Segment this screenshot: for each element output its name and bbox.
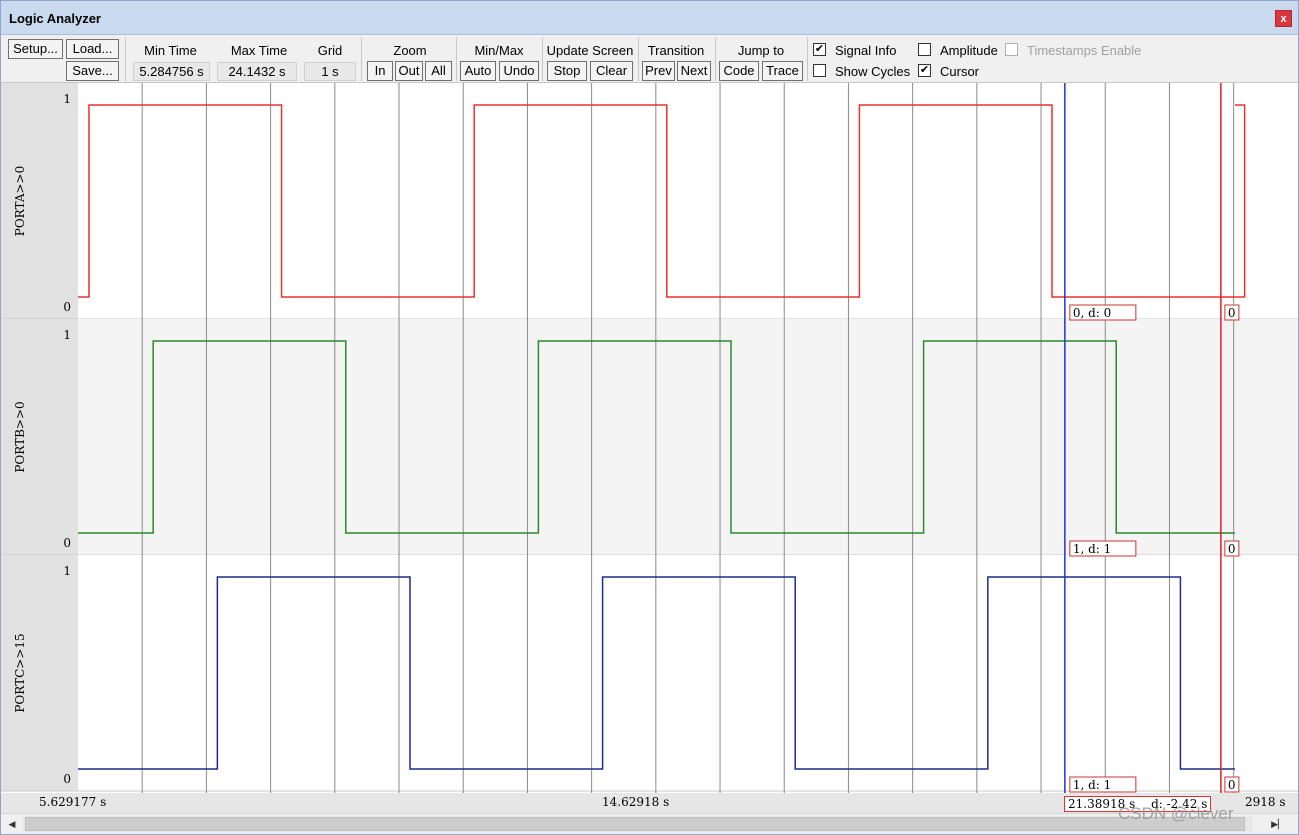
minmax-label: Min/Max <box>474 43 524 58</box>
title-bar: Logic Analyzer x <box>1 1 1298 35</box>
cursor-checkbox[interactable]: ✔ <box>918 64 931 77</box>
level-low-label: 0 <box>63 772 71 786</box>
setup-button[interactable]: Setup... <box>8 39 63 59</box>
signal-info-text: 1, d: 1 <box>1073 542 1111 556</box>
lane-background <box>1 319 1298 555</box>
watermark: CSDN @clever <box>1118 804 1234 823</box>
time-ruler: 5.629177 s 14.62918 s 21.38918 s d: -2.4… <box>1 793 1298 813</box>
signal-info-text: 0 <box>1228 306 1236 320</box>
amplitude-label: Amplitude <box>940 43 998 58</box>
toolbar: Setup... Load... Save... Min Time 5.2847… <box>1 35 1298 83</box>
ruler-right-time: 2918 s <box>1245 795 1286 809</box>
zoom-label: Zoom <box>393 43 427 58</box>
scroll-thumb[interactable] <box>25 817 1245 831</box>
min-time-label: Min Time <box>144 43 197 58</box>
timestamps-enable-checkbox[interactable] <box>1005 43 1018 56</box>
jump-trace-button[interactable]: Trace <box>762 61 803 81</box>
update-clear-button[interactable]: Clear <box>590 61 633 81</box>
lane-background <box>1 555 1298 791</box>
level-high-label: 1 <box>63 92 71 106</box>
signal-info-text: 0 <box>1228 778 1236 792</box>
max-time-value: 24.1432 s <box>217 62 297 81</box>
close-button[interactable]: x <box>1275 10 1292 27</box>
scroll-right-arrow-icon[interactable]: ▶▏ <box>1263 818 1293 831</box>
lane-background <box>1 83 1298 319</box>
signal-name: PORTC>>15 <box>13 633 27 712</box>
minmax-auto-button[interactable]: Auto <box>460 61 496 81</box>
ruler-center-time: 14.62918 s <box>602 795 670 809</box>
toolbar-separator <box>807 37 808 81</box>
signal-name: PORTB>>0 <box>13 401 27 472</box>
jump-to-label: Jump to <box>737 43 785 58</box>
save-button[interactable]: Save... <box>66 61 119 81</box>
zoom-all-button[interactable]: All <box>425 61 452 81</box>
toolbar-separator <box>542 37 543 81</box>
grid-label: Grid <box>317 43 343 58</box>
signal-info-label: Signal Info <box>835 43 897 58</box>
minmax-undo-button[interactable]: Undo <box>499 61 539 81</box>
signal-name: PORTA>>0 <box>13 166 27 237</box>
ruler-left-time: 5.629177 s <box>39 795 107 809</box>
transition-label: Transition <box>647 43 705 58</box>
toolbar-separator <box>715 37 716 81</box>
waveform-area[interactable]: PORTA>>0 1 0 PORTB>>0 1 0 PORTC>>15 1 0 0, d: 0 0 1… <box>1 83 1298 793</box>
logic-analyzer-window: Logic Analyzer x Setup... Load... Save..… <box>0 0 1299 835</box>
grid-value: 1 s <box>304 62 356 81</box>
zoom-out-button[interactable]: Out <box>395 61 423 81</box>
transition-next-button[interactable]: Next <box>677 61 711 81</box>
cursor-label: Cursor <box>940 64 980 79</box>
level-high-label: 1 <box>63 328 71 342</box>
zoom-in-button[interactable]: In <box>367 61 393 81</box>
level-low-label: 0 <box>63 536 71 550</box>
toolbar-separator <box>361 37 362 81</box>
level-low-label: 0 <box>63 300 71 314</box>
update-screen-label: Update Screen <box>546 43 634 58</box>
window-title: Logic Analyzer <box>9 11 101 26</box>
jump-code-button[interactable]: Code <box>719 61 759 81</box>
toolbar-separator <box>638 37 639 81</box>
show-cycles-checkbox[interactable] <box>813 64 826 77</box>
scroll-left-arrow-icon[interactable]: ◀ <box>5 818 19 831</box>
min-time-value: 5.284756 s <box>133 62 210 81</box>
timestamps-enable-label: Timestamps Enable <box>1027 43 1142 58</box>
signal-info-checkbox[interactable]: ✔ <box>813 43 826 56</box>
waveform-canvas[interactable]: PORTA>>0 1 0 PORTB>>0 1 0 PORTC>>15 1 0 0, d: 0 0 1… <box>1 83 1298 793</box>
signal-info-text: 1, d: 1 <box>1073 778 1111 792</box>
horizontal-scrollbar[interactable]: ◀ ▶▏ <box>1 813 1298 834</box>
transition-prev-button[interactable]: Prev <box>642 61 675 81</box>
signal-info-text: 0, d: 0 <box>1073 306 1111 320</box>
max-time-label: Max Time <box>230 43 288 58</box>
signal-info-text: 0 <box>1228 542 1236 556</box>
update-stop-button[interactable]: Stop <box>547 61 587 81</box>
level-high-label: 1 <box>63 564 71 578</box>
toolbar-separator <box>125 37 126 81</box>
amplitude-checkbox[interactable] <box>918 43 931 56</box>
toolbar-separator <box>456 37 457 81</box>
show-cycles-label: Show Cycles <box>835 64 911 79</box>
load-button[interactable]: Load... <box>66 39 119 59</box>
